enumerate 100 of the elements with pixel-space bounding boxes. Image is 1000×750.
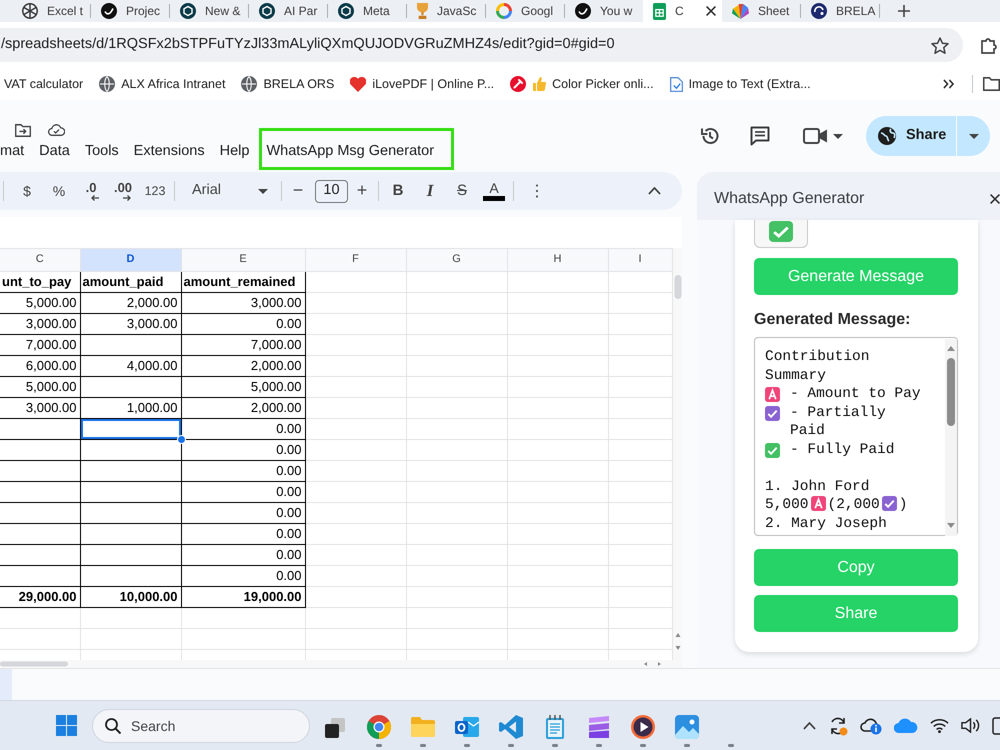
table-cell[interactable]: 10,000.00 bbox=[80, 586, 181, 608]
share-button[interactable]: Share bbox=[866, 116, 956, 156]
column-header[interactable]: I bbox=[608, 248, 672, 272]
increase-decimals-button[interactable]: .00 bbox=[107, 177, 139, 205]
strikethrough-button[interactable]: S bbox=[446, 177, 478, 205]
share-menu-button[interactable] bbox=[957, 116, 990, 156]
browser-tab[interactable]: Sheet bbox=[722, 0, 800, 22]
browser-tab[interactable]: You w bbox=[565, 0, 643, 22]
font-size-field[interactable]: 10 bbox=[315, 180, 348, 202]
browser-tab[interactable]: Projec bbox=[91, 0, 169, 22]
bookmark[interactable]: Color Picker onli... bbox=[510, 76, 654, 92]
column-header[interactable]: F bbox=[305, 248, 406, 272]
close-icon[interactable] bbox=[990, 194, 1000, 204]
number-format-button[interactable]: 123 bbox=[139, 177, 171, 205]
table-cell[interactable] bbox=[0, 566, 80, 586]
table-cell[interactable] bbox=[80, 502, 181, 524]
browser-tab[interactable]: AI Par bbox=[249, 0, 327, 22]
menu-item[interactable]: Tools bbox=[84, 143, 119, 161]
table-cell[interactable]: 2,000.00 bbox=[181, 356, 305, 376]
menu-item[interactable]: Data bbox=[39, 143, 70, 161]
table-cell[interactable]: 0.00 bbox=[181, 314, 305, 334]
table-cell[interactable]: 2,000.00 bbox=[80, 292, 181, 314]
table-cell[interactable] bbox=[80, 334, 181, 356]
table-cell[interactable]: 3,000.00 bbox=[181, 292, 305, 314]
menu-item[interactable]: WhatsApp Msg Generator bbox=[259, 128, 454, 170]
more-button[interactable]: ⋮ bbox=[521, 177, 553, 205]
column-header[interactable]: E bbox=[181, 248, 305, 272]
table-cell[interactable]: 5,000.00 bbox=[0, 292, 80, 314]
column-header[interactable]: C bbox=[0, 248, 80, 272]
table-cell[interactable] bbox=[0, 460, 80, 482]
table-cell[interactable]: 0.00 bbox=[181, 482, 305, 502]
table-cell[interactable]: 3,000.00 bbox=[80, 314, 181, 334]
browser-tab[interactable]: C bbox=[643, 0, 722, 22]
decrease-decimals-button[interactable]: .0 bbox=[75, 177, 107, 205]
table-cell[interactable]: 6,000.00 bbox=[0, 356, 80, 376]
message-field[interactable]: Contribution Summary - Amount to Pay - Partially Paid - Fully Paid 1. John Ford 5,000 (2,000 ) 2. Mary Joseph bbox=[754, 337, 958, 536]
search-field[interactable]: Search bbox=[92, 708, 310, 742]
table-cell[interactable]: 0.00 bbox=[181, 524, 305, 544]
table-cell[interactable]: 5,000.00 bbox=[0, 376, 80, 398]
decrease-size-button[interactable]: − bbox=[285, 177, 311, 205]
history-icon[interactable] bbox=[700, 126, 720, 146]
bookmark[interactable]: iLovePDF | Online P... bbox=[350, 76, 494, 92]
table-cell[interactable] bbox=[80, 482, 181, 502]
table-cell[interactable]: amount_remained bbox=[181, 272, 305, 292]
table-cell[interactable] bbox=[0, 502, 80, 524]
table-cell[interactable] bbox=[0, 482, 80, 502]
scrollbar[interactable] bbox=[945, 339, 957, 536]
table-cell[interactable] bbox=[0, 418, 80, 440]
table-cell[interactable] bbox=[0, 440, 80, 460]
table-cell[interactable]: 3,000.00 bbox=[0, 314, 80, 334]
browser-tab[interactable]: Excel t bbox=[12, 0, 90, 22]
menu-item[interactable]: mat bbox=[0, 143, 24, 161]
table-cell[interactable] bbox=[80, 566, 181, 586]
menu-item[interactable]: Extensions bbox=[134, 143, 205, 161]
bold-button[interactable]: B bbox=[382, 177, 414, 205]
comment-icon[interactable] bbox=[750, 126, 770, 146]
folder-icon[interactable] bbox=[983, 77, 1000, 91]
taskbar-button[interactable] bbox=[631, 712, 655, 740]
table-cell[interactable]: 0.00 bbox=[181, 460, 305, 482]
cloud-icon[interactable] bbox=[860, 716, 882, 734]
percent-button[interactable]: % bbox=[43, 177, 75, 205]
table-cell[interactable]: 0.00 bbox=[181, 566, 305, 586]
close-icon[interactable] bbox=[706, 6, 716, 16]
bookmark[interactable]: Image to Text (Extra... bbox=[670, 76, 811, 92]
table-cell[interactable]: 3,000.00 bbox=[0, 398, 80, 418]
browser-tab[interactable]: New & bbox=[170, 0, 248, 22]
table-cell[interactable]: amount_paid bbox=[80, 272, 181, 292]
increase-size-button[interactable]: + bbox=[349, 177, 375, 205]
fill-handle[interactable] bbox=[176, 435, 186, 444]
column-header[interactable]: G bbox=[406, 248, 507, 272]
italic-button[interactable]: I bbox=[414, 177, 446, 205]
table-cell[interactable]: 7,000.00 bbox=[181, 334, 305, 356]
table-cell[interactable] bbox=[0, 544, 80, 566]
table-cell[interactable]: 0.00 bbox=[181, 502, 305, 524]
font-dropdown[interactable]: Arial bbox=[178, 177, 278, 205]
address-field[interactable]: /spreadsheets/d/1RQSFx2bSTPFuTYzJl33mALyliQXmQUJODVGRuZMHZ4s/edit?gid=0#gid=0 bbox=[0, 28, 963, 62]
chevron-up-icon[interactable] bbox=[803, 722, 816, 730]
table-cell[interactable] bbox=[80, 524, 181, 544]
table-cell[interactable]: 1,000.00 bbox=[80, 398, 181, 418]
text-color-button[interactable]: A bbox=[478, 177, 510, 205]
browser-tab[interactable]: JavaSc bbox=[407, 0, 485, 22]
table-cell[interactable]: 29,000.00 bbox=[0, 586, 80, 608]
column-header[interactable]: H bbox=[507, 248, 608, 272]
bookmark[interactable]: ALX Africa Intranet bbox=[99, 76, 226, 92]
sync-icon[interactable] bbox=[828, 716, 848, 736]
menu-item[interactable]: Help bbox=[220, 143, 250, 161]
table-cell[interactable]: 19,000.00 bbox=[181, 586, 305, 608]
speaker-icon[interactable] bbox=[961, 718, 980, 733]
browser-tab[interactable]: Googl bbox=[486, 0, 564, 22]
table-cell[interactable] bbox=[80, 376, 181, 398]
table-cell[interactable]: unt_to_pay bbox=[0, 272, 80, 292]
browser-tab[interactable]: BRELA bbox=[801, 0, 879, 22]
bookmark[interactable]: BRELA ORS bbox=[241, 76, 334, 92]
puzzle-icon[interactable] bbox=[981, 36, 998, 54]
bookmark[interactable]: VAT calculator bbox=[4, 76, 84, 92]
browser-tab[interactable]: Meta bbox=[328, 0, 406, 22]
table-cell[interactable]: 2,000.00 bbox=[181, 398, 305, 418]
cloud-check-icon[interactable] bbox=[48, 124, 65, 136]
table-cell[interactable]: 5,000.00 bbox=[181, 376, 305, 398]
table-cell[interactable]: 0.00 bbox=[181, 544, 305, 566]
